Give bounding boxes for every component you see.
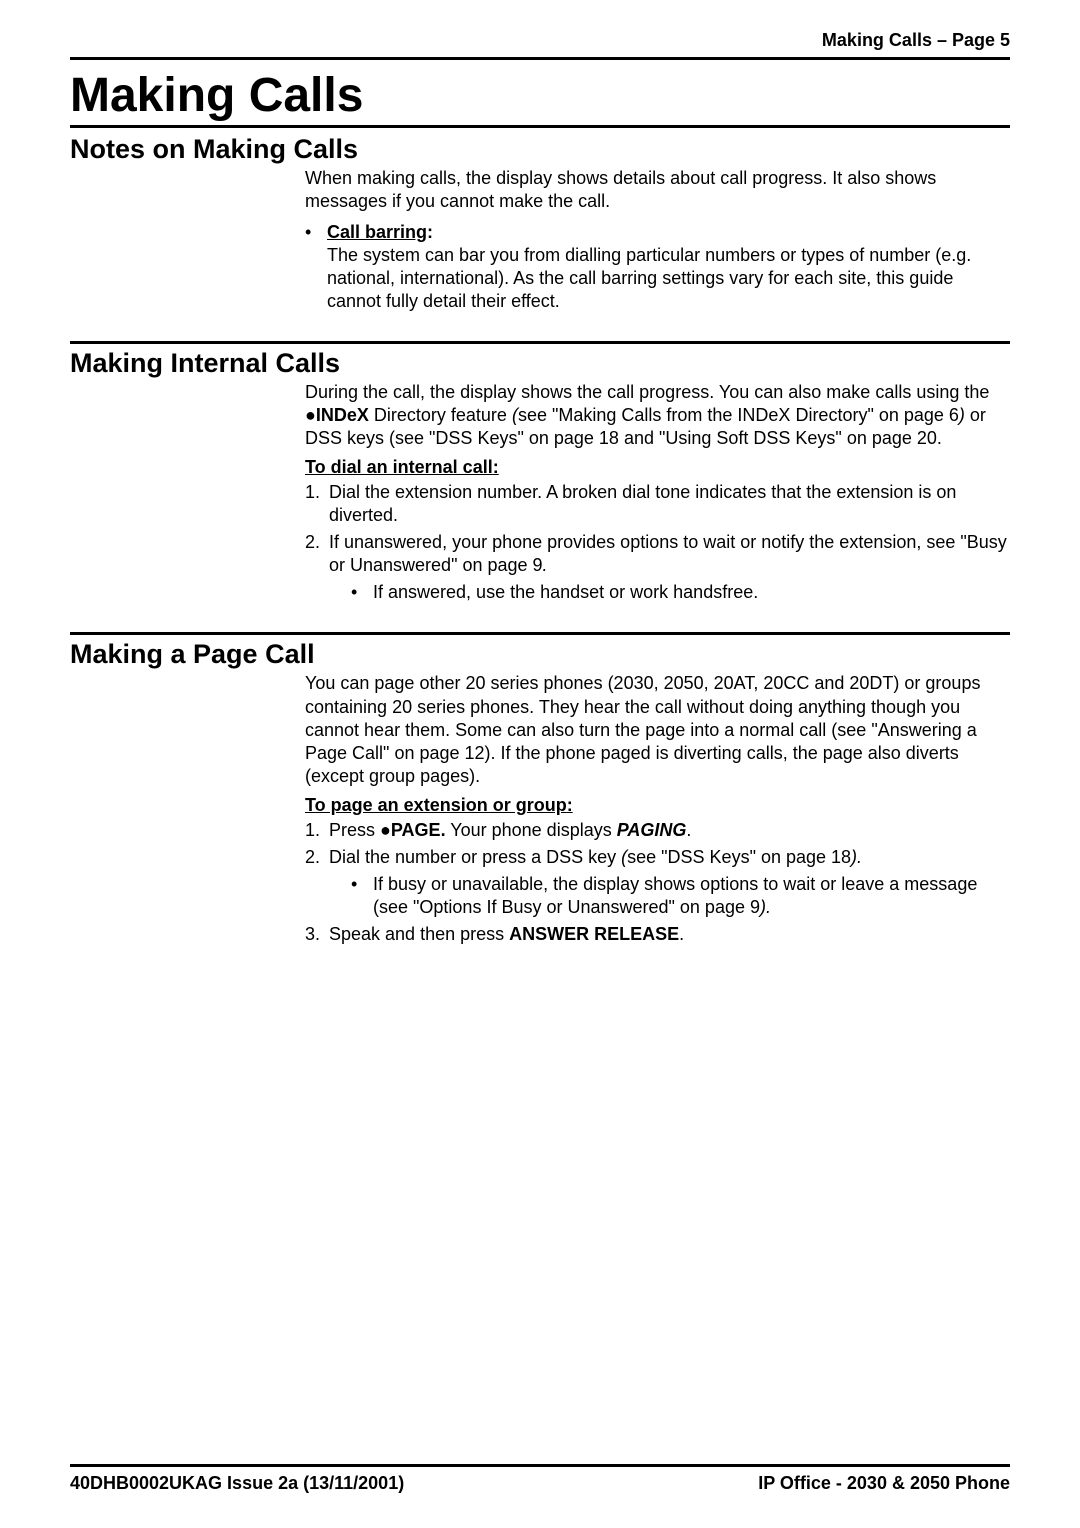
internal-mid1: Directory feature	[369, 405, 512, 425]
notes-bullet: • Call barring: The system can bar you f…	[305, 221, 1010, 313]
notes-bullet-content: Call barring: The system can bar you fro…	[327, 221, 1010, 313]
page-step-1-paging: PAGING	[617, 820, 687, 840]
page-step-3-bold: ANSWER RELEASE	[509, 924, 679, 944]
section-divider-2	[70, 632, 1010, 635]
header-rule	[70, 57, 1010, 60]
section-heading-notes: Notes on Making Calls	[70, 134, 1010, 165]
title-rule	[70, 125, 1010, 128]
page-footer: 40DHB0002UKAG Issue 2a (13/11/2001) IP O…	[70, 1464, 1010, 1494]
internal-step-1: Dial the extension number. A broken dial…	[305, 481, 1010, 527]
internal-see1: see "Making Calls from the INDeX Directo…	[518, 405, 959, 425]
internal-step-1-text: Dial the extension number. A broken dial…	[329, 482, 956, 525]
section-page-call: Making a Page Call You can page other 20…	[70, 639, 1010, 945]
call-barring-body: The system can bar you from dialling par…	[327, 245, 971, 311]
section-body-page-call: You can page other 20 series phones (203…	[305, 672, 1010, 945]
footer-rule	[70, 1464, 1010, 1467]
section-body-notes: When making calls, the display shows det…	[305, 167, 1010, 313]
section-divider-1	[70, 341, 1010, 344]
page-subhead-text: To page an extension or group	[305, 795, 567, 815]
section-internal: Making Internal Calls During the call, t…	[70, 348, 1010, 604]
page-step-1-page: PAGE.	[391, 820, 446, 840]
internal-subhead-text: To dial an internal call	[305, 457, 493, 477]
page-steps: Press ●PAGE. Your phone displays PAGING.…	[305, 819, 1010, 946]
page-step-3-pre: Speak and then press	[329, 924, 509, 944]
index-label: INDeX	[316, 405, 369, 425]
page-step-1-end: .	[686, 820, 691, 840]
page-step-2-close: ).	[851, 847, 862, 867]
call-barring-colon: :	[427, 222, 433, 242]
internal-subhead: To dial an internal call:	[305, 456, 1010, 479]
internal-step-2-bullet: • If answered, use the handset or work h…	[351, 581, 1010, 604]
section-body-internal: During the call, the display shows the c…	[305, 381, 1010, 604]
footer-right: IP Office - 2030 & 2050 Phone	[758, 1473, 1010, 1494]
bullet-icon: •	[351, 581, 373, 604]
section-heading-internal: Making Internal Calls	[70, 348, 1010, 379]
page-step-2-bullet-pre: If busy or unavailable, the display show…	[373, 874, 977, 917]
page-step-3: Speak and then press ANSWER RELEASE.	[305, 923, 1010, 946]
notes-intro: When making calls, the display shows det…	[305, 167, 1010, 213]
internal-subhead-colon: :	[493, 457, 499, 477]
page-title: Making Calls	[70, 68, 1010, 123]
internal-step-2-bullet-text: If answered, use the handset or work han…	[373, 581, 1010, 604]
section-notes: Notes on Making Calls When making calls,…	[70, 134, 1010, 313]
internal-step-2: If unanswered, your phone provides optio…	[305, 531, 1010, 604]
page-step-2-bullet-text: If busy or unavailable, the display show…	[373, 873, 1010, 919]
page-subhead: To page an extension or group:	[305, 794, 1010, 817]
page-header-right: Making Calls – Page 5	[70, 30, 1010, 57]
internal-steps: Dial the extension number. A broken dial…	[305, 481, 1010, 604]
bullet-symbol-icon: ●	[380, 820, 391, 840]
internal-pre: During the call, the display shows the c…	[305, 382, 989, 402]
page-step-2-pre: Dial the number or press a DSS key	[329, 847, 621, 867]
bullet-icon: •	[351, 873, 373, 919]
internal-step-2b: .	[543, 555, 548, 575]
page-step-2-bullet: • If busy or unavailable, the display sh…	[351, 873, 1010, 919]
page-step-1-pre: Press	[329, 820, 380, 840]
page-step-1-mid: Your phone displays	[446, 820, 617, 840]
internal-para: During the call, the display shows the c…	[305, 381, 1010, 450]
page-subhead-colon: :	[567, 795, 573, 815]
internal-step-2a: If unanswered, your phone provides optio…	[329, 532, 1007, 575]
footer-left: 40DHB0002UKAG Issue 2a (13/11/2001)	[70, 1473, 404, 1494]
page-step-2-bullet-close: ).	[760, 897, 771, 917]
call-barring-label: Call barring	[327, 222, 427, 242]
footer-row: 40DHB0002UKAG Issue 2a (13/11/2001) IP O…	[70, 1473, 1010, 1494]
bullet-icon: •	[305, 221, 327, 313]
page-intro: You can page other 20 series phones (203…	[305, 672, 1010, 787]
bullet-symbol-icon: ●	[305, 405, 316, 425]
page-step-3-end: .	[679, 924, 684, 944]
page-step-1: Press ●PAGE. Your phone displays PAGING.	[305, 819, 1010, 842]
page-step-2: Dial the number or press a DSS key (see …	[305, 846, 1010, 919]
page-step-2-see: see "DSS Keys" on page 18	[627, 847, 851, 867]
section-heading-page-call: Making a Page Call	[70, 639, 1010, 670]
